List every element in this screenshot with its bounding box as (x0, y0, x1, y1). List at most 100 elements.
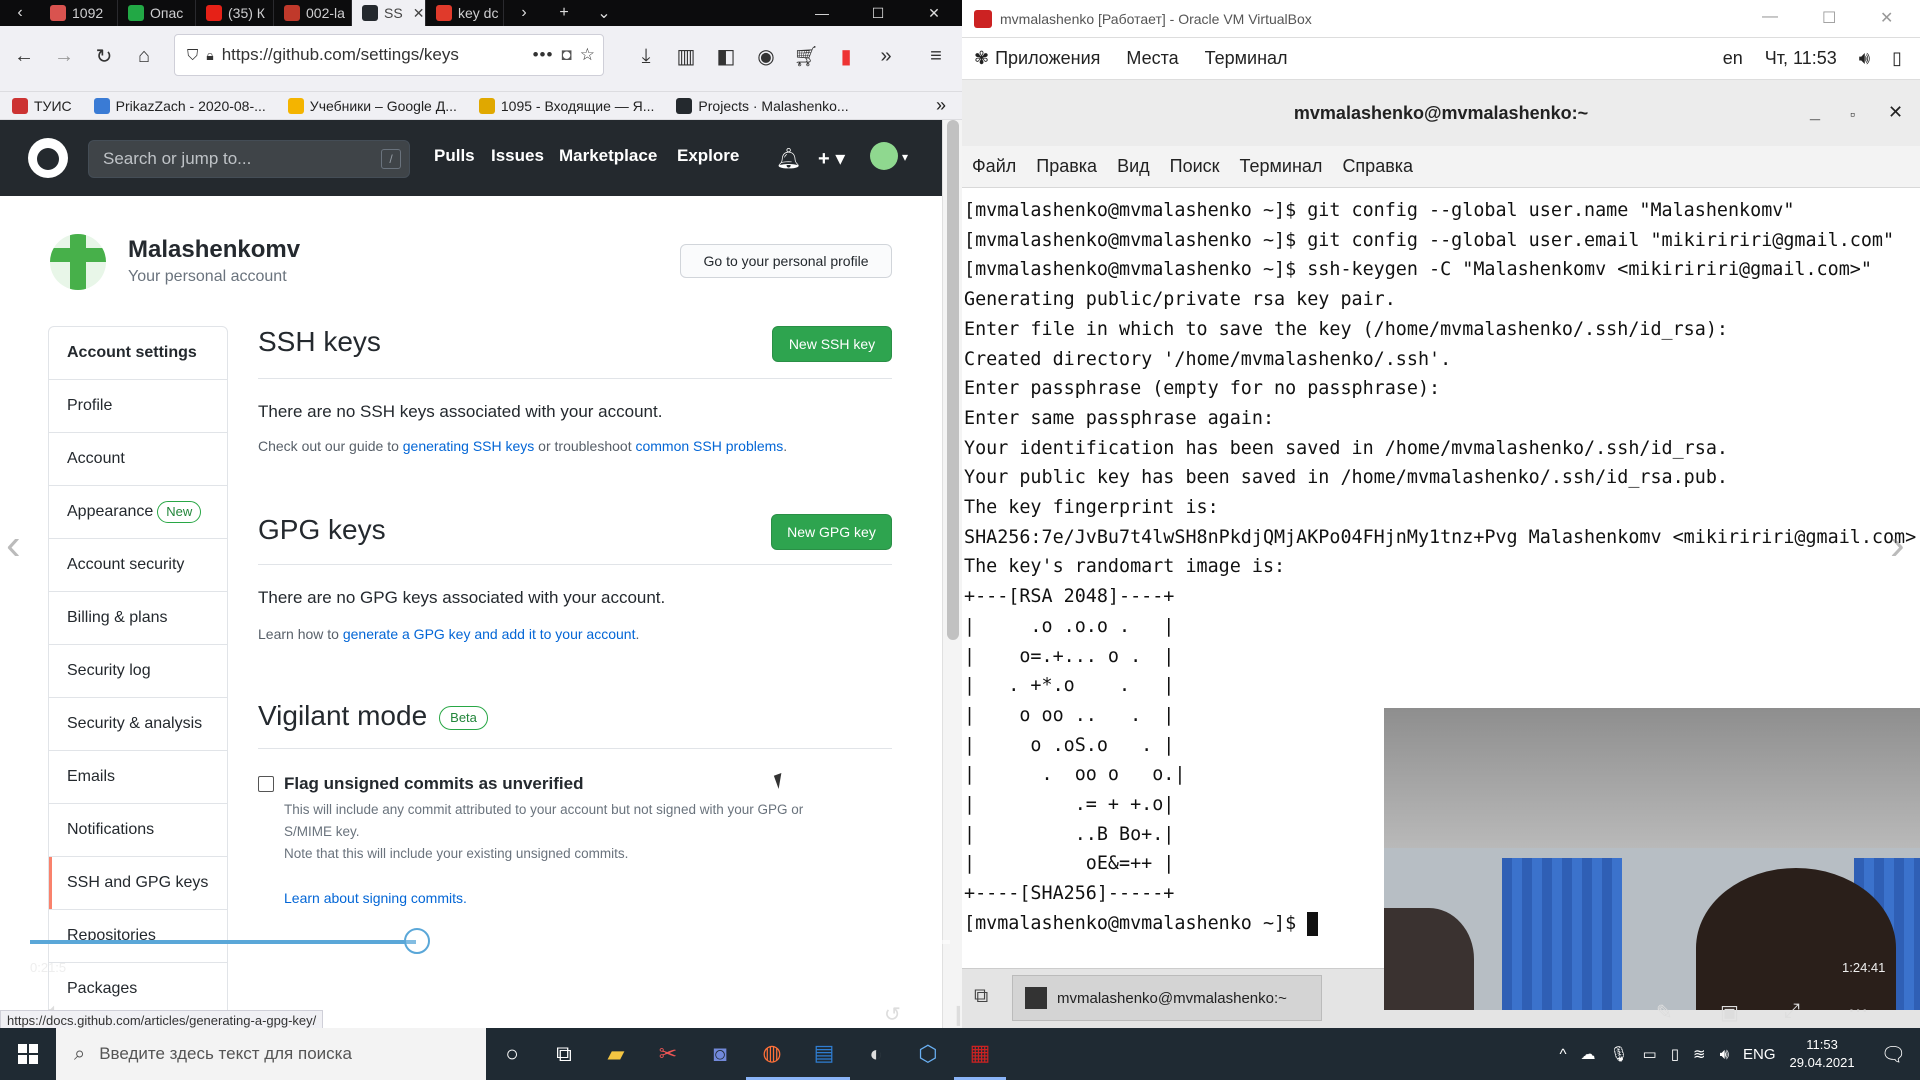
bookmark-item[interactable]: Учебники – Google Д... (287, 97, 457, 114)
reload-icon[interactable]: ↻ (86, 38, 122, 74)
url-bar[interactable]: ⛉ 🔒︎ https://github.com/settings/keys ••… (174, 34, 604, 76)
terminal-menu-item[interactable]: Поиск (1170, 156, 1220, 177)
flag-unsigned-commits-checkbox[interactable] (258, 776, 274, 792)
cart-icon[interactable]: 🛒︎ (788, 38, 824, 74)
system-clock[interactable]: 11:53 29.04.2021 (1790, 1036, 1855, 1072)
terminal-menu-item[interactable]: Справка (1342, 156, 1413, 177)
user-avatar[interactable] (50, 234, 106, 290)
browser-tab[interactable]: key dc (426, 0, 504, 26)
terminal-menu-item[interactable]: Файл (972, 156, 1016, 177)
pocket-icon[interactable]: ◘ (561, 45, 571, 65)
browser-tab[interactable]: SS ✕ (352, 0, 426, 26)
star-icon[interactable]: ☆ (580, 45, 603, 65)
flag-unsigned-commits-label[interactable]: Flag unsigned commits as unverified (284, 774, 583, 794)
common-ssh-problems-link[interactable]: common SSH problems (635, 438, 783, 454)
microphone-icon[interactable]: 🎙︎ (1609, 1045, 1628, 1063)
sidebar-item[interactable]: Appearance New (49, 485, 227, 538)
generate-gpg-key-link[interactable]: generate a GPG key and add it to your ac… (343, 626, 636, 642)
virtualbox-task-icon[interactable]: ▦ (954, 1028, 1006, 1080)
browser-tab[interactable]: 1092 (40, 0, 118, 26)
more-options-icon[interactable]: ⋯ (1848, 998, 1868, 1023)
download-icon[interactable]: ⤓ (628, 38, 664, 74)
minimize-icon[interactable]: — (794, 5, 850, 22)
bookmarks-overflow-icon[interactable]: » (936, 95, 962, 116)
windows-search-box[interactable]: ⌕ Введите здесь текст для поиска (56, 1028, 486, 1080)
user-avatar-icon[interactable] (870, 142, 898, 170)
term-minimize-icon[interactable]: _ (1810, 102, 1820, 123)
cortana-icon[interactable]: ○ (486, 1028, 538, 1080)
github-search-input[interactable]: Search or jump to... / (88, 140, 410, 178)
nav-explore[interactable]: Explore (677, 146, 739, 166)
sidebar-item[interactable]: Security log (49, 644, 227, 697)
guest-task-terminal[interactable]: mvmalashenko@mvmalashenko:~ (1012, 975, 1322, 1021)
vb-maximize-icon[interactable]: ☐ (1822, 8, 1836, 28)
sidebar-item[interactable]: Security & analysis (49, 697, 227, 750)
outlook-icon[interactable]: ▤ (798, 1028, 850, 1080)
discord-icon[interactable]: ◙ (694, 1028, 746, 1080)
scrollbar-thumb[interactable] (947, 120, 959, 640)
display-icon[interactable]: ▭ (1643, 1045, 1657, 1063)
rewind-10-icon[interactable]: ↺ (884, 1002, 901, 1027)
wifi-icon[interactable]: ≋ (1693, 1045, 1706, 1063)
close-tab-icon[interactable]: ✕ (413, 5, 425, 22)
video-progress-bar[interactable] (30, 940, 950, 944)
sidebar-item[interactable]: Account security (49, 538, 227, 591)
term-close-icon[interactable]: ✕ (1888, 102, 1903, 123)
input-language[interactable]: ENG (1743, 1046, 1776, 1063)
windows-start-icon[interactable] (0, 1028, 56, 1080)
sidebar-icon[interactable]: ◧ (708, 38, 744, 74)
file-explorer-icon[interactable]: ▰ (590, 1028, 642, 1080)
gnome-menu-places[interactable]: Места (1126, 48, 1178, 69)
terminal-menu-item[interactable]: Терминал (1240, 156, 1323, 177)
nav-marketplace[interactable]: Marketplace (559, 146, 657, 166)
tabs-scroll-right-icon[interactable]: › (504, 0, 544, 26)
forward-arrow-icon[interactable]: → (46, 38, 82, 74)
speaker-icon[interactable]: 🔊︎ (1859, 48, 1870, 69)
3d-cube-icon[interactable]: ⬡ (902, 1028, 954, 1080)
account-icon[interactable]: ◉ (748, 38, 784, 74)
sidebar-item[interactable]: Account (49, 432, 227, 485)
bookmark-item[interactable]: ТУИС (12, 97, 72, 114)
sidebar-item[interactable]: Emails (49, 750, 227, 803)
pen-icon[interactable]: ✎ (1656, 1000, 1673, 1025)
gnome-menu-terminal[interactable]: Терминал (1205, 48, 1288, 69)
bookmark-flag-icon[interactable]: ▮ (828, 38, 864, 74)
volume-tray-icon[interactable]: 🔊︎ (1720, 1046, 1729, 1063)
sidebar-item[interactable]: Billing & plans (49, 591, 227, 644)
task-view-icon[interactable]: ⧉ (538, 1028, 590, 1080)
github-logo-icon[interactable] (28, 138, 68, 178)
gnome-menu-applications[interactable]: Приложения (995, 48, 1100, 69)
bookmark-item[interactable]: 1095 - Входящие — Я... (478, 97, 654, 114)
keyboard-layout[interactable]: en (1723, 48, 1743, 69)
menu-hamburger-icon[interactable]: ≡ (918, 38, 954, 74)
video-progress-knob[interactable] (404, 928, 430, 954)
nav-pulls[interactable]: Pulls (434, 146, 475, 166)
fullscreen-icon[interactable]: ⤢ (1784, 1000, 1800, 1023)
library-icon[interactable]: ▥ (668, 38, 704, 74)
generating-ssh-keys-link[interactable]: generating SSH keys (403, 438, 535, 454)
avatar-dropdown-caret-icon[interactable]: ▾ (902, 150, 908, 164)
more-dots-icon[interactable]: ••• (533, 45, 554, 65)
sidebar-item[interactable]: Account settings (49, 327, 227, 379)
onedrive-icon[interactable]: ☁ (1580, 1045, 1595, 1063)
terminal-menu-item[interactable]: Правка (1036, 156, 1097, 177)
snipping-tool-icon[interactable]: ✂ (642, 1028, 694, 1080)
bookmark-item[interactable]: Projects · Malashenko... (676, 97, 849, 114)
show-desktop-icon[interactable]: ⧉ (974, 985, 988, 1008)
obs-icon[interactable]: ◐ (850, 1028, 902, 1080)
nav-issues[interactable]: Issues (491, 146, 544, 166)
new-ssh-key-button[interactable]: New SSH key (772, 326, 892, 362)
term-maximize-icon[interactable]: ▫ (1850, 106, 1855, 122)
bell-icon[interactable]: 🔔︎ (776, 146, 801, 171)
sidebar-item[interactable]: Packages (49, 962, 227, 1015)
sidebar-item[interactable]: SSH and GPG keys (49, 856, 227, 909)
browser-tab[interactable]: (35) К (196, 0, 274, 26)
notifications-icon[interactable]: 🗨︎ (1881, 1042, 1906, 1067)
gnome-clock[interactable]: Чт, 11:53 (1765, 48, 1837, 69)
battery-tray-icon[interactable]: ▯ (1671, 1045, 1679, 1063)
next-arrow-icon[interactable]: › (1890, 520, 1905, 570)
firefox-icon[interactable]: ◍ (746, 1028, 798, 1080)
sidebar-item[interactable]: Repositories (49, 909, 227, 962)
bookmark-item[interactable]: PrikazZach - 2020-08-... (93, 97, 266, 114)
home-icon[interactable]: ⌂ (126, 38, 162, 74)
